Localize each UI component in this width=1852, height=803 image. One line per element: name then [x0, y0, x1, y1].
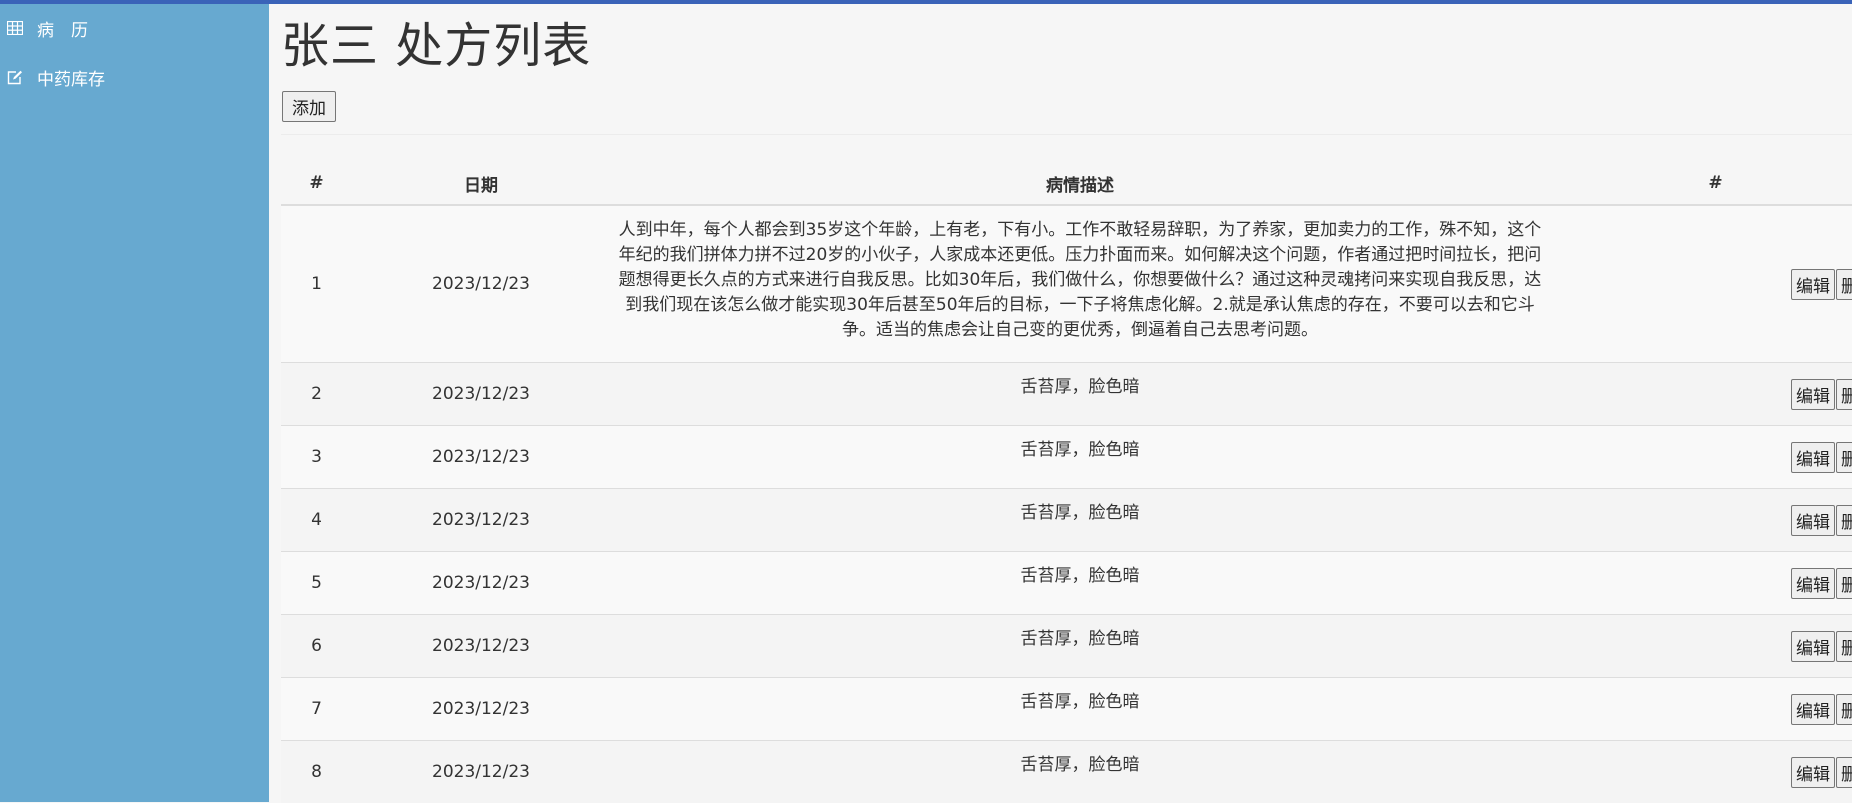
row-description: 舌苔厚，脸色暗 [610, 426, 1550, 489]
row-description: 舌苔厚，脸色暗 [610, 678, 1550, 741]
delete-button[interactable]: 删除 [1836, 568, 1852, 599]
sidebar: 病 历 中药库存 [0, 4, 269, 802]
column-header-number: # [281, 162, 352, 205]
table-row: 8 2023/12/23 舌苔厚，脸色暗 编辑删除 [281, 741, 1852, 803]
table-header-row: # 日期 病情描述 # [281, 162, 1852, 205]
row-date: 2023/12/23 [352, 552, 610, 615]
table-icon [7, 21, 23, 35]
table-row: 3 2023/12/23 舌苔厚，脸色暗 编辑删除 [281, 426, 1852, 489]
row-date: 2023/12/23 [352, 615, 610, 678]
table-row: 7 2023/12/23 舌苔厚，脸色暗 编辑删除 [281, 678, 1852, 741]
delete-button[interactable]: 删除 [1836, 757, 1852, 788]
row-number: 1 [281, 205, 352, 363]
row-date: 2023/12/23 [352, 205, 610, 363]
edit-button[interactable]: 编辑 [1791, 631, 1835, 662]
table-row: 4 2023/12/23 舌苔厚，脸色暗 编辑删除 [281, 489, 1852, 552]
row-actions: 编辑删除 [1550, 615, 1852, 678]
delete-button[interactable]: 删除 [1836, 269, 1852, 300]
table-row: 1 2023/12/23 人到中年，每个人都会到35岁这个年龄，上有老，下有小。… [281, 205, 1852, 363]
row-date: 2023/12/23 [352, 741, 610, 803]
edit-button[interactable]: 编辑 [1791, 757, 1835, 788]
table-row: 2 2023/12/23 舌苔厚，脸色暗 编辑删除 [281, 363, 1852, 426]
row-description: 舌苔厚，脸色暗 [610, 741, 1550, 803]
edit-button[interactable]: 编辑 [1791, 379, 1835, 410]
row-number: 6 [281, 615, 352, 678]
sidebar-item-herb-inventory[interactable]: 中药库存 [0, 52, 269, 102]
row-actions: 编辑删除 [1550, 678, 1852, 741]
edit-icon [7, 70, 23, 85]
sidebar-item-medical-records[interactable]: 病 历 [0, 4, 269, 52]
row-actions: 编辑删除 [1550, 426, 1852, 489]
row-date: 2023/12/23 [352, 426, 610, 489]
column-header-date: 日期 [352, 162, 610, 205]
row-actions: 编辑删除 [1550, 205, 1852, 363]
row-number: 5 [281, 552, 352, 615]
row-description: 舌苔厚，脸色暗 [610, 552, 1550, 615]
row-actions: 编辑删除 [1550, 363, 1852, 426]
column-header-description: 病情描述 [610, 162, 1550, 205]
page-title: 张三 处方列表 [281, 18, 591, 76]
add-button[interactable]: 添加 [282, 91, 336, 122]
delete-button[interactable]: 删除 [1836, 505, 1852, 536]
edit-button[interactable]: 编辑 [1791, 694, 1835, 725]
row-number: 2 [281, 363, 352, 426]
row-number: 3 [281, 426, 352, 489]
delete-button[interactable]: 删除 [1836, 631, 1852, 662]
row-actions: 编辑删除 [1550, 552, 1852, 615]
edit-button[interactable]: 编辑 [1791, 568, 1835, 599]
row-date: 2023/12/23 [352, 363, 610, 426]
table-row: 5 2023/12/23 舌苔厚，脸色暗 编辑删除 [281, 552, 1852, 615]
row-number: 8 [281, 741, 352, 803]
prescription-table: # 日期 病情描述 # 1 2023/12/23 人到中年，每个人都会到35岁这… [281, 162, 1852, 803]
row-description: 舌苔厚，脸色暗 [610, 489, 1550, 552]
row-description: 舌苔厚，脸色暗 [610, 363, 1550, 426]
edit-button[interactable]: 编辑 [1791, 269, 1835, 300]
row-number: 4 [281, 489, 352, 552]
edit-button[interactable]: 编辑 [1791, 442, 1835, 473]
row-date: 2023/12/23 [352, 489, 610, 552]
delete-button[interactable]: 删除 [1836, 694, 1852, 725]
sidebar-item-label: 中药库存 [37, 65, 105, 90]
row-number: 7 [281, 678, 352, 741]
sidebar-item-label: 病 历 [37, 16, 88, 41]
column-header-actions: # [1550, 162, 1852, 205]
row-description: 舌苔厚，脸色暗 [610, 615, 1550, 678]
edit-button[interactable]: 编辑 [1791, 505, 1835, 536]
row-actions: 编辑删除 [1550, 741, 1852, 803]
delete-button[interactable]: 删除 [1836, 379, 1852, 410]
row-date: 2023/12/23 [352, 678, 610, 741]
main-content: 张三 处方列表 添加 # 日期 病情描述 # 1 2023/12/23 人到中年… [269, 4, 1852, 802]
row-description: 人到中年，每个人都会到35岁这个年龄，上有老，下有小。工作不敢轻易辞职，为了养家… [613, 218, 1548, 343]
divider [281, 134, 1852, 135]
delete-button[interactable]: 删除 [1836, 442, 1852, 473]
table-row: 6 2023/12/23 舌苔厚，脸色暗 编辑删除 [281, 615, 1852, 678]
row-actions: 编辑删除 [1550, 489, 1852, 552]
